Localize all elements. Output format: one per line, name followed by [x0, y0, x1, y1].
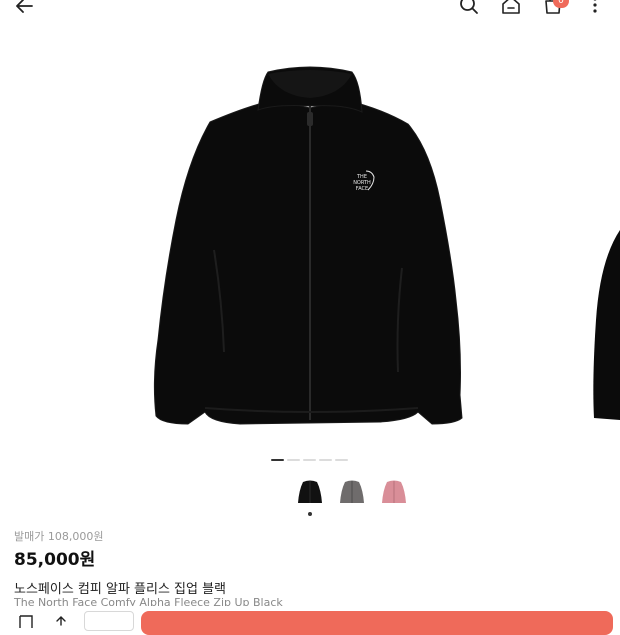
- color-variant-thumbnails: [293, 474, 411, 508]
- product-image-carousel[interactable]: THE NORTH FACE: [0, 22, 620, 452]
- carousel-dot-5[interactable]: [335, 459, 348, 461]
- home-button[interactable]: [500, 0, 522, 15]
- jacket-thumbnail-black: [298, 480, 322, 503]
- variant-thumb-black[interactable]: [293, 474, 327, 508]
- jacket-thumbnail-pink: [382, 480, 406, 503]
- bookmark-button[interactable]: [18, 613, 34, 632]
- home-icon: [502, 0, 520, 14]
- carousel-dot-4[interactable]: [319, 459, 332, 461]
- variant-thumb-gray[interactable]: [335, 474, 369, 508]
- sale-price: 85,000원: [14, 550, 96, 570]
- back-arrow-icon: [16, 0, 33, 13]
- carousel-indicator: [271, 459, 348, 461]
- purchase-button[interactable]: [141, 611, 613, 635]
- cart-count-badge: 0: [553, 0, 569, 8]
- product-title-korean: 노스페이스 컴피 알파 플리스 집업 블랙: [14, 582, 227, 597]
- search-icon: [460, 0, 478, 14]
- carousel-dot-1[interactable]: [271, 459, 284, 461]
- jacket-thumbnail-gray: [340, 480, 364, 503]
- selected-variant-indicator: [308, 512, 312, 516]
- more-button[interactable]: [586, 0, 604, 15]
- top-bar: 0: [0, 0, 620, 22]
- carousel-dot-2[interactable]: [287, 459, 300, 461]
- option-select[interactable]: [84, 611, 134, 631]
- search-button[interactable]: [458, 0, 480, 15]
- carousel-dot-3[interactable]: [303, 459, 316, 461]
- product-image-fleece-jacket: THE NORTH FACE: [153, 66, 620, 425]
- share-button[interactable]: [54, 612, 68, 631]
- share-icon: [56, 616, 66, 626]
- svg-text:FACE: FACE: [356, 186, 368, 192]
- back-button[interactable]: [12, 0, 36, 16]
- variant-thumb-pink[interactable]: [377, 474, 411, 508]
- more-vertical-icon: [593, 0, 597, 13]
- original-price: 발매가 108,000원: [14, 530, 104, 543]
- bookmark-icon: [19, 615, 33, 628]
